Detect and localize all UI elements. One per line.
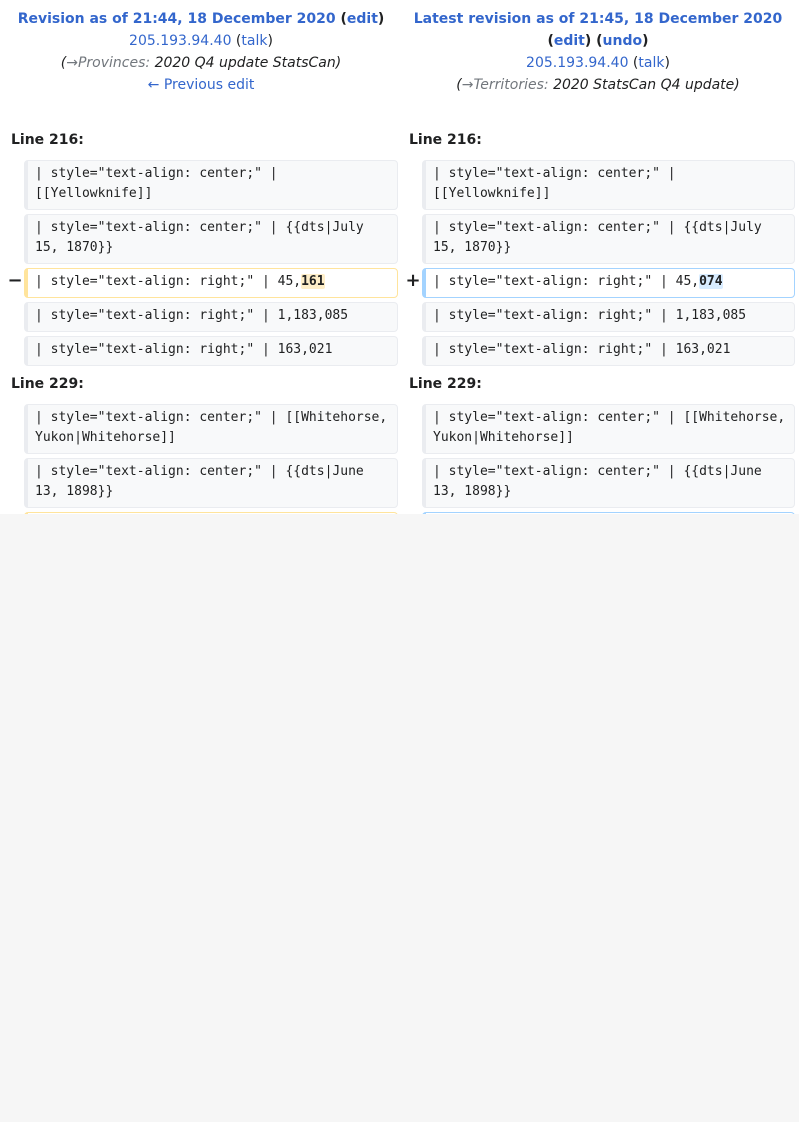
added-line-text: | style="text-align: right;" | 45,	[433, 274, 700, 289]
deleted-line: | style="text-align: right;" | 45,161	[24, 268, 398, 298]
deleted-line-partial	[24, 512, 398, 514]
new-revision-link[interactable]: Latest revision as of 21:45, 18 December…	[414, 11, 782, 27]
old-revision-header: Revision as of 21:44, 18 December 2020 (…	[2, 8, 400, 96]
deleted-line-text: | style="text-align: right;" | 45,	[35, 274, 302, 289]
old-summary-text: 2020 Q4 update StatsCan	[154, 55, 336, 71]
added-word: 074	[699, 274, 723, 289]
added-line-partial	[422, 512, 795, 514]
old-talk-link[interactable]: talk	[241, 33, 267, 49]
old-line-number: Line 229:	[11, 376, 84, 392]
old-edit-summary: (→Provinces: 2020 Q4 update StatsCan)	[60, 55, 342, 71]
deleted-marker: −	[7, 270, 23, 291]
new-user-link[interactable]: 205.193.94.40	[526, 55, 628, 71]
old-context-line: | style="text-align: center;" | [[Yellow…	[24, 160, 398, 210]
old-context-line: | style="text-align: right;" | 1,183,085	[24, 302, 398, 332]
undo-link[interactable]: undo	[603, 33, 643, 49]
added-line: | style="text-align: right;" | 45,074	[422, 268, 795, 298]
new-context-line: | style="text-align: center;" | {{dts|Ju…	[422, 458, 795, 508]
new-section-link[interactable]: →Territories:	[462, 77, 549, 93]
new-revision-user: 205.193.94.40 (talk)	[526, 55, 670, 71]
new-context-line: | style="text-align: center;" | {{dts|Ju…	[422, 214, 795, 264]
diff-page: Revision as of 21:44, 18 December 2020 (…	[0, 0, 799, 514]
old-line-number: Line 216:	[11, 132, 84, 148]
new-talk-link[interactable]: talk	[638, 55, 664, 71]
previous-edit-link[interactable]: ← Previous edit	[148, 77, 255, 93]
new-summary-text: 2020 StatsCan Q4 update	[553, 77, 735, 93]
old-revision-link[interactable]: Revision as of 21:44, 18 December 2020	[18, 11, 336, 27]
new-edit-summary: (→Territories: 2020 StatsCan Q4 update)	[456, 77, 740, 93]
new-context-line: | style="text-align: right;" | 1,183,085	[422, 302, 795, 332]
old-context-line: | style="text-align: center;" | [[Whiteh…	[24, 404, 398, 454]
new-revision-actions: (edit) (undo)	[547, 33, 649, 49]
old-edit-link[interactable]: edit	[347, 11, 378, 27]
new-line-number: Line 229:	[409, 376, 482, 392]
old-context-line: | style="text-align: right;" | 163,021	[24, 336, 398, 366]
old-revision-title: Revision as of 21:44, 18 December 2020 (…	[17, 11, 385, 27]
old-user-link[interactable]: 205.193.94.40	[129, 33, 231, 49]
old-section-link[interactable]: →Provinces:	[66, 55, 150, 71]
new-edit-link[interactable]: edit	[554, 33, 585, 49]
new-revision-title: Latest revision as of 21:45, 18 December…	[399, 8, 797, 30]
deleted-word: 161	[301, 274, 325, 289]
new-revision-header: Latest revision as of 21:45, 18 December…	[399, 8, 797, 96]
new-context-line: | style="text-align: center;" | [[Whiteh…	[422, 404, 795, 454]
old-context-line: | style="text-align: center;" | {{dts|Ju…	[24, 458, 398, 508]
new-context-line: | style="text-align: center;" | [[Yellow…	[422, 160, 795, 210]
added-marker: +	[405, 270, 421, 291]
new-context-line: | style="text-align: right;" | 163,021	[422, 336, 795, 366]
old-context-line: | style="text-align: center;" | {{dts|Ju…	[24, 214, 398, 264]
new-line-number: Line 216:	[409, 132, 482, 148]
old-revision-user: 205.193.94.40 (talk)	[129, 33, 273, 49]
